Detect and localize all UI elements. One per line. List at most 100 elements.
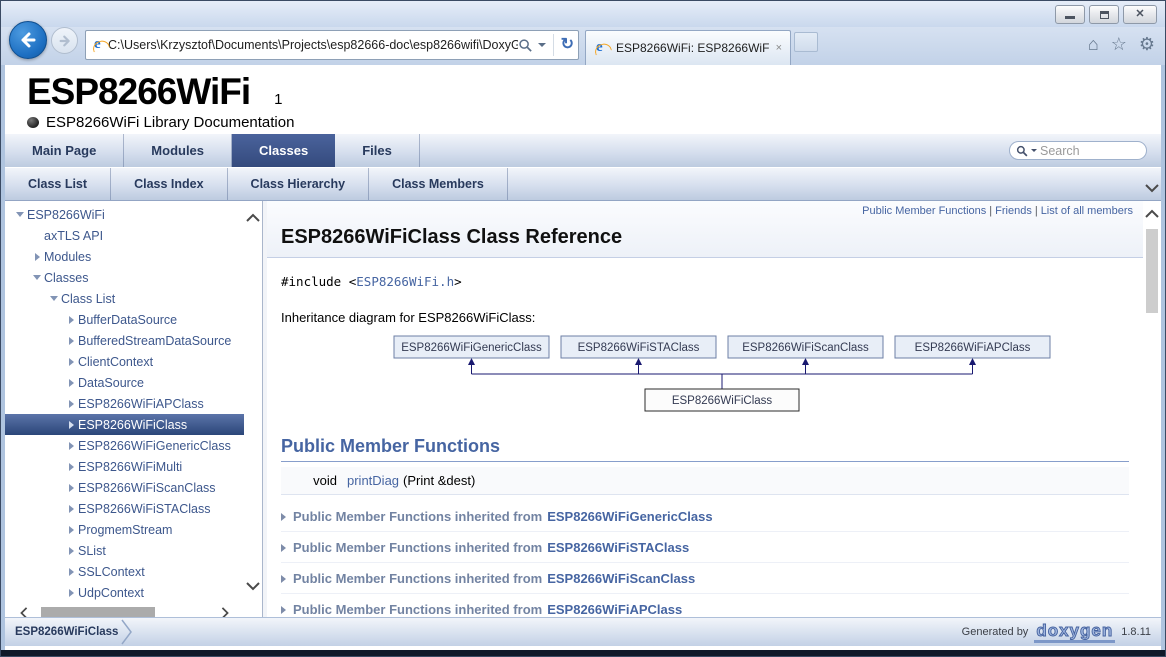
content-scroll-down-icon[interactable]: [1145, 183, 1159, 193]
subtab-class-members[interactable]: Class Members: [369, 168, 508, 200]
doc-search-box[interactable]: [1009, 141, 1147, 160]
tree-item-progmemstream[interactable]: ProgmemStream: [5, 519, 244, 540]
tree-expand-icon[interactable]: [64, 526, 78, 534]
doxygen-logo[interactable]: doxygen: [1034, 622, 1115, 643]
doc-search-input[interactable]: [1040, 144, 1140, 158]
subtab-class-index[interactable]: Class Index: [111, 168, 227, 200]
tree-collapse-icon[interactable]: [30, 275, 44, 280]
subtab-class-hierarchy[interactable]: Class Hierarchy: [228, 168, 370, 200]
tab-files[interactable]: Files: [335, 134, 420, 167]
settings-gear-icon[interactable]: ⚙: [1139, 35, 1155, 53]
breadcrumb-item-esp8266wificlass[interactable]: ESP8266WiFiClass: [15, 626, 118, 638]
tree-collapse-icon[interactable]: [47, 296, 61, 301]
address-dropdown-icon[interactable]: [538, 43, 546, 47]
tree-item-modules[interactable]: Modules: [5, 246, 244, 267]
summary-link-list-of-all-members[interactable]: List of all members: [1041, 205, 1133, 217]
home-icon[interactable]: ⌂: [1088, 35, 1099, 53]
refresh-icon[interactable]: ↻: [561, 37, 574, 53]
tree-item-esp8266wifi[interactable]: ESP8266WiFi: [5, 204, 244, 225]
browser-tab[interactable]: e ESP8266WiFi: ESP8266WiFi... ×: [585, 30, 791, 65]
tree-item-bufferdatasource[interactable]: BufferDataSource: [5, 309, 244, 330]
tree-expand-icon[interactable]: [64, 547, 78, 555]
inherited-section-esp8266wifistaclass[interactable]: Public Member Functions inherited fromES…: [281, 532, 1129, 563]
tree-item-slist[interactable]: SList: [5, 540, 244, 561]
tree-item-udpcontext[interactable]: UdpContext: [5, 582, 244, 603]
inherited-class-link[interactable]: ESP8266WiFiAPClass: [547, 602, 682, 617]
tree-item-esp8266wifistaclass[interactable]: ESP8266WiFiSTAClass: [5, 498, 244, 519]
tree-item-label: ClientContext: [78, 355, 153, 369]
page-body: ESP8266WiFiaxTLS API Modules ClassesClass …: [5, 201, 1161, 623]
title-bar[interactable]: ✕: [1, 1, 1165, 27]
diagram-arrowhead-icon: [635, 358, 642, 365]
minimize-button[interactable]: [1055, 5, 1085, 24]
tree-item-datasource[interactable]: DataSource: [5, 372, 244, 393]
content-scroll-up-icon[interactable]: [1145, 209, 1159, 219]
inherited-class-link[interactable]: ESP8266WiFiGenericClass: [547, 509, 712, 524]
tree-item-axtls-api[interactable]: axTLS API: [5, 225, 244, 246]
tab-close-icon[interactable]: ×: [776, 42, 782, 54]
expand-triangle-icon: [281, 513, 286, 521]
member-name-link[interactable]: printDiag: [347, 473, 399, 488]
member-args: (Print &dest): [403, 473, 475, 488]
tab-main-page[interactable]: Main Page: [5, 134, 124, 167]
tree-item-esp8266wifiapclass[interactable]: ESP8266WiFiAPClass: [5, 393, 244, 414]
inherited-class-link[interactable]: ESP8266WiFiSTAClass: [547, 540, 689, 555]
tree-expand-icon[interactable]: [30, 253, 44, 261]
tree-expand-icon[interactable]: [64, 505, 78, 513]
tree-expand-icon[interactable]: [64, 316, 78, 324]
address-input[interactable]: [108, 38, 518, 52]
favorites-star-icon[interactable]: ☆: [1111, 35, 1127, 53]
new-tab-button[interactable]: [794, 32, 818, 52]
search-icon[interactable]: [518, 38, 533, 53]
close-button[interactable]: ✕: [1123, 5, 1157, 24]
tree-expand-icon[interactable]: [64, 568, 78, 576]
inherited-class-link[interactable]: ESP8266WiFiScanClass: [547, 571, 695, 586]
include-file-link[interactable]: ESP8266WiFi.h: [356, 274, 454, 289]
tree-item-bufferedstreamdatasource[interactable]: BufferedStreamDataSource: [5, 330, 244, 351]
forward-button[interactable]: [51, 27, 78, 54]
sidebar-vertical-scrollbar[interactable]: [244, 201, 262, 603]
restore-button[interactable]: [1089, 5, 1119, 24]
tree-item-sslcontext[interactable]: SSLContext: [5, 561, 244, 582]
search-options-caret-icon[interactable]: [1031, 149, 1037, 152]
diagram-box-esp8266wifistaclass-label: ESP8266WiFiSTAClass: [578, 342, 700, 354]
vertical-scroll-thumb[interactable]: [1146, 229, 1158, 313]
address-bar[interactable]: e ↻: [85, 30, 579, 60]
tab-classes[interactable]: Classes: [232, 134, 335, 167]
restore-icon: [1100, 11, 1109, 19]
tree-item-esp8266wificlass[interactable]: ESP8266WiFiClass: [5, 414, 244, 435]
tree-expand-icon[interactable]: [64, 589, 78, 597]
tree-expand-icon[interactable]: [64, 379, 78, 387]
tree-item-clientcontext[interactable]: ClientContext: [5, 351, 244, 372]
tree-expand-icon[interactable]: [64, 400, 78, 408]
inherited-section-esp8266wifigenericclass[interactable]: Public Member Functions inherited fromES…: [281, 501, 1129, 532]
tree-expand-icon[interactable]: [64, 337, 78, 345]
tree-expand-icon[interactable]: [64, 484, 78, 492]
include-close: >: [454, 274, 462, 289]
tree-item-label: SList: [78, 544, 106, 558]
tree-item-classes[interactable]: Classes: [5, 267, 244, 288]
summary-link-friends[interactable]: Friends: [995, 205, 1032, 217]
member-declarations: voidprintDiag(Print &dest): [281, 467, 1129, 495]
tree-item-class-list[interactable]: Class List: [5, 288, 244, 309]
back-button[interactable]: [9, 21, 47, 59]
tree-expand-icon[interactable]: [64, 421, 78, 429]
tree-item-label: Modules: [44, 250, 91, 264]
doc-search-icon[interactable]: [1016, 145, 1028, 157]
browser-window: ✕ e ↻ e ESP8266WiFi: ESP8266WiFi... ×: [0, 0, 1166, 657]
inherited-section-esp8266wifiscanclass[interactable]: Public Member Functions inherited fromES…: [281, 563, 1129, 594]
summary-link-public-member-functions[interactable]: Public Member Functions: [862, 205, 986, 217]
tab-modules[interactable]: Modules: [124, 134, 232, 167]
tree-item-label: ESP8266WiFiSTAClass: [78, 502, 210, 516]
subtab-class-list[interactable]: Class List: [5, 168, 111, 200]
tree-item-esp8266wifimulti[interactable]: ESP8266WiFiMulti: [5, 456, 244, 477]
tree-expand-icon[interactable]: [64, 442, 78, 450]
tree-expand-icon[interactable]: [64, 463, 78, 471]
tree-item-esp8266wifigenericclass[interactable]: ESP8266WiFiGenericClass: [5, 435, 244, 456]
diagram-arrowhead-icon: [468, 358, 475, 365]
tree-collapse-icon[interactable]: [13, 212, 27, 217]
tree-item-esp8266wifiscanclass[interactable]: ESP8266WiFiScanClass: [5, 477, 244, 498]
scroll-up-icon[interactable]: [246, 213, 260, 223]
scroll-down-icon[interactable]: [246, 581, 260, 591]
tree-expand-icon[interactable]: [64, 358, 78, 366]
